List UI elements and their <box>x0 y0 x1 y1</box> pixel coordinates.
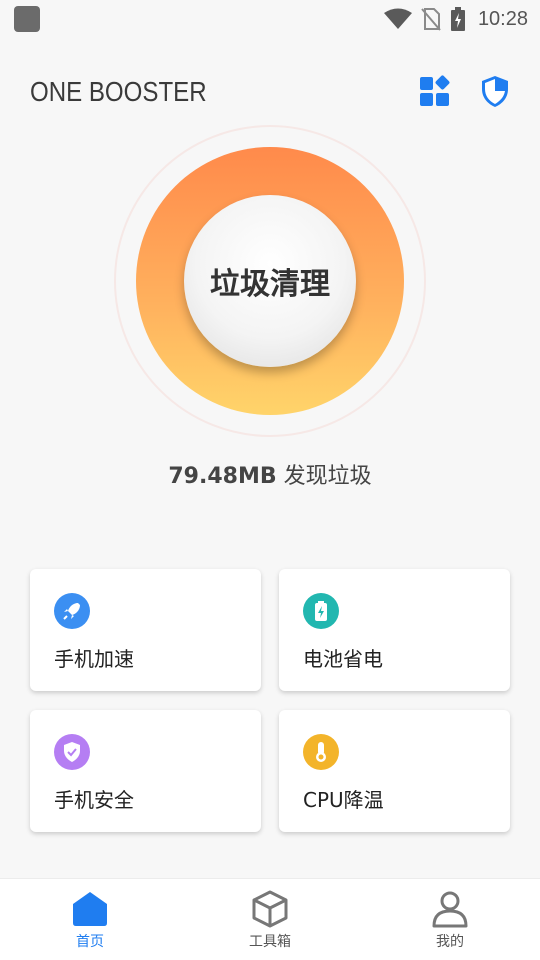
junk-clean-label: 垃圾清理 <box>210 267 330 302</box>
nav-item-profile[interactable]: 我的 <box>360 879 540 960</box>
profile-icon <box>432 891 468 928</box>
wifi-icon <box>383 8 412 29</box>
junk-found-summary: 79.48MB 发现垃圾 <box>0 458 540 490</box>
status-bar: 10:28 <box>0 0 540 38</box>
feature-label: 电池省电 <box>303 647 383 671</box>
shield-icon[interactable] <box>478 74 512 108</box>
battery-icon <box>303 593 339 629</box>
junk-size-value: 79.48MB <box>168 464 277 489</box>
home-icon <box>73 892 107 926</box>
feature-label: 手机加速 <box>54 647 134 671</box>
feature-label: CPU降温 <box>303 788 384 812</box>
nav-label-toolbox: 工具箱 <box>249 934 291 950</box>
app-title: ONE BOOSTER <box>30 76 207 107</box>
status-icons: 10:28 <box>383 5 528 33</box>
nav-label-home: 首页 <box>76 934 104 950</box>
feature-label: 手机安全 <box>54 788 134 812</box>
junk-clean-button[interactable]: 垃圾清理 <box>136 147 404 415</box>
battery-charging-icon <box>450 7 465 31</box>
nav-item-toolbox[interactable]: 工具箱 <box>180 879 360 960</box>
feature-card-cpu-cooler[interactable]: CPU降温 <box>279 710 510 832</box>
thermometer-icon <box>303 734 339 770</box>
no-sim-icon <box>421 8 441 31</box>
feature-card-phone-security[interactable]: 手机安全 <box>30 710 261 832</box>
nav-label-profile: 我的 <box>436 934 464 950</box>
rocket-icon <box>54 593 90 629</box>
bottom-nav: 首页 工具箱 我的 <box>0 878 540 960</box>
junk-found-suffix: 发现垃圾 <box>283 464 372 489</box>
junk-clean-inner-circle[interactable]: 垃圾清理 <box>184 195 356 367</box>
toolbox-icon <box>252 890 288 928</box>
feature-card-battery-saver[interactable]: 电池省电 <box>279 569 510 691</box>
nav-item-home[interactable]: 首页 <box>0 879 180 960</box>
status-time: 10:28 <box>477 7 528 30</box>
feature-card-phone-boost[interactable]: 手机加速 <box>30 569 261 691</box>
shield-check-icon <box>54 734 90 770</box>
apps-grid-icon[interactable] <box>418 74 452 108</box>
app-notification-icon <box>14 6 40 32</box>
